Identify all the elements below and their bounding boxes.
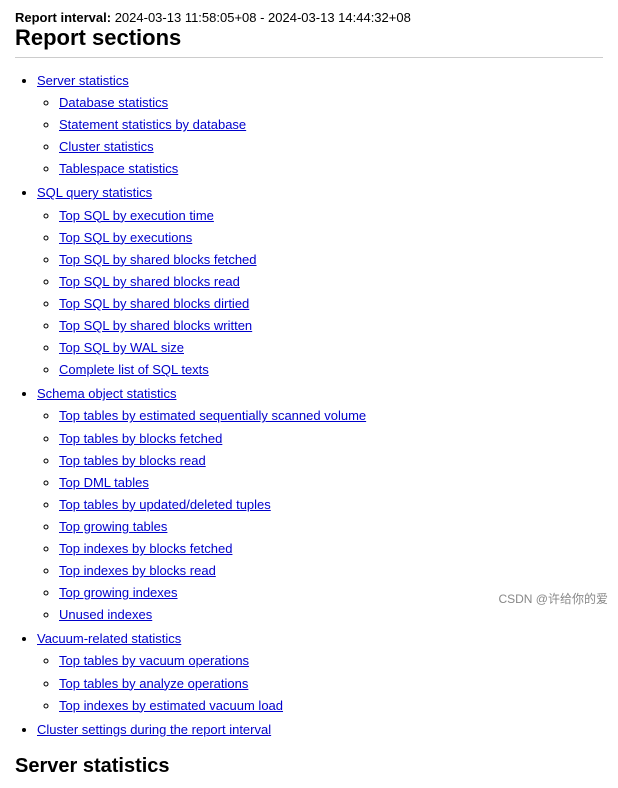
subsection-link[interactable]: Top SQL by executions xyxy=(59,230,192,245)
subsection-item: Top tables by estimated sequentially sca… xyxy=(59,405,603,427)
subsection-link[interactable]: Top indexes by estimated vacuum load xyxy=(59,698,283,713)
report-interval-label: Report interval: xyxy=(15,10,111,25)
section-link[interactable]: Cluster settings during the report inter… xyxy=(37,722,271,737)
subsection-item: Top tables by updated/deleted tuples xyxy=(59,494,603,516)
subsection-item: Top tables by analyze operations xyxy=(59,673,603,695)
subsection-item: Top indexes by blocks read xyxy=(59,560,603,582)
subsection-item: Top tables by blocks read xyxy=(59,450,603,472)
subsection-link[interactable]: Top tables by blocks read xyxy=(59,453,206,468)
section-item: SQL query statistics Top SQL by execution… xyxy=(37,182,603,381)
section-item: Server statistics Database statistics Stat… xyxy=(37,70,603,180)
subsections-list: Top SQL by execution time Top SQL by exec… xyxy=(37,205,603,382)
subsection-item: Top tables by vacuum operations xyxy=(59,650,603,672)
sections-list: Server statistics Database statistics Stat… xyxy=(15,70,603,741)
subsection-link[interactable]: Tablespace statistics xyxy=(59,161,178,176)
subsection-link[interactable]: Unused indexes xyxy=(59,607,152,622)
subsection-item: Top tables by blocks fetched xyxy=(59,428,603,450)
subsection-link[interactable]: Top SQL by execution time xyxy=(59,208,214,223)
subsection-item: Top SQL by shared blocks fetched xyxy=(59,249,603,271)
section-item: Vacuum-related statistics Top tables by v… xyxy=(37,628,603,716)
subsection-link[interactable]: Top SQL by shared blocks dirtied xyxy=(59,296,249,311)
subsection-item: Unused indexes xyxy=(59,604,603,626)
subsection-item: Statement statistics by database xyxy=(59,114,603,136)
report-interval: Report interval: 2024-03-13 11:58:05+08 … xyxy=(15,10,603,25)
subsection-item: Top SQL by execution time xyxy=(59,205,603,227)
report-interval-value: 2024-03-13 11:58:05+08 - 2024-03-13 14:4… xyxy=(115,10,411,25)
server-statistics-heading: Server statistics xyxy=(15,755,603,778)
subsections-list: Database statistics Statement statistics … xyxy=(37,92,603,180)
subsection-item: Top SQL by shared blocks dirtied xyxy=(59,293,603,315)
subsection-item: Top DML tables xyxy=(59,472,603,494)
subsection-item: Complete list of SQL texts xyxy=(59,359,603,381)
subsection-link[interactable]: Top tables by blocks fetched xyxy=(59,431,222,446)
subsection-link[interactable]: Top tables by analyze operations xyxy=(59,676,248,691)
section-link[interactable]: Vacuum-related statistics xyxy=(37,631,181,646)
subsection-link[interactable]: Database statistics xyxy=(59,95,168,110)
section-link[interactable]: Server statistics xyxy=(37,73,129,88)
subsection-link[interactable]: Statement statistics by database xyxy=(59,117,246,132)
subsection-item: Cluster statistics xyxy=(59,136,603,158)
subsection-link[interactable]: Top SQL by shared blocks read xyxy=(59,274,240,289)
subsection-link[interactable]: Top growing tables xyxy=(59,519,167,534)
subsection-link[interactable]: Top tables by vacuum operations xyxy=(59,653,249,668)
subsection-item: Top SQL by shared blocks read xyxy=(59,271,603,293)
subsection-link[interactable]: Top SQL by shared blocks fetched xyxy=(59,252,257,267)
section-link[interactable]: Schema object statistics xyxy=(37,386,176,401)
section-link[interactable]: SQL query statistics xyxy=(37,185,152,200)
subsection-link[interactable]: Top growing indexes xyxy=(59,585,178,600)
watermark: CSDN @许给你的爱 xyxy=(498,590,608,607)
subsection-item: Top SQL by WAL size xyxy=(59,337,603,359)
subsection-item: Top SQL by executions xyxy=(59,227,603,249)
subsection-link[interactable]: Top DML tables xyxy=(59,475,149,490)
subsection-item: Tablespace statistics xyxy=(59,158,603,180)
subsection-item: Database statistics xyxy=(59,92,603,114)
subsection-link[interactable]: Top indexes by blocks fetched xyxy=(59,541,232,556)
subsection-link[interactable]: Top SQL by shared blocks written xyxy=(59,318,252,333)
subsection-link[interactable]: Top tables by estimated sequentially sca… xyxy=(59,408,366,423)
page-title: Report sections xyxy=(15,25,603,58)
subsection-item: Top SQL by shared blocks written xyxy=(59,315,603,337)
subsection-link[interactable]: Top tables by updated/deleted tuples xyxy=(59,497,271,512)
subsection-link[interactable]: Top SQL by WAL size xyxy=(59,340,184,355)
section-item: Cluster settings during the report inter… xyxy=(37,719,603,741)
subsection-item: Top indexes by estimated vacuum load xyxy=(59,695,603,717)
subsection-item: Top growing tables xyxy=(59,516,603,538)
subsection-link[interactable]: Complete list of SQL texts xyxy=(59,362,209,377)
subsections-list: Top tables by vacuum operations Top table… xyxy=(37,650,603,716)
subsection-item: Top indexes by blocks fetched xyxy=(59,538,603,560)
subsection-link[interactable]: Cluster statistics xyxy=(59,139,154,154)
subsection-link[interactable]: Top indexes by blocks read xyxy=(59,563,216,578)
